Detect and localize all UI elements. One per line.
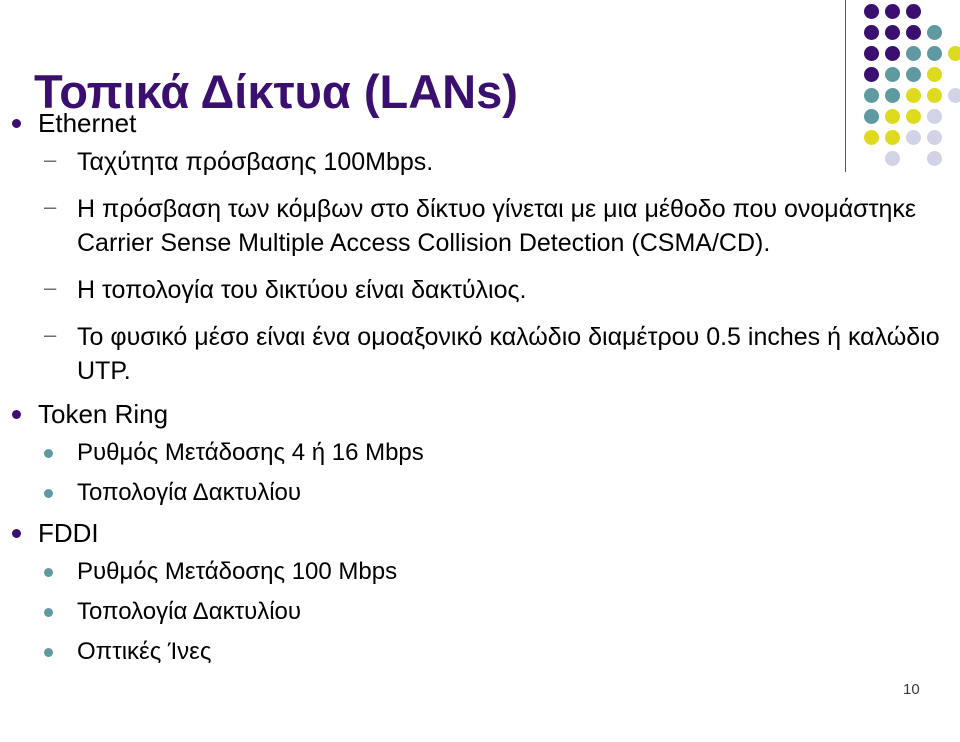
- decorative-dot: [885, 130, 900, 145]
- bullet-text: Ethernet: [38, 108, 137, 138]
- decorative-dot: [885, 46, 900, 61]
- bullet-item: – Η τοπολογία του δικτύου είναι δακτύλιος…: [0, 273, 960, 307]
- decorative-dot: [864, 67, 879, 82]
- teal-disc-bullet-icon: [44, 489, 53, 498]
- bullet-text: Το φυσικό μέσο είναι ένα ομοαξονικό καλώ…: [77, 323, 940, 385]
- bullet-item: Ρυθμός Μετάδοσης 100 Mbps: [0, 555, 960, 588]
- teal-disc-bullet-icon: [44, 449, 53, 458]
- bullet-text: Η πρόσβαση των κόμβων στο δίκτυο γίνεται…: [77, 195, 917, 257]
- dash-bullet-icon: –: [44, 194, 57, 219]
- decorative-dot: [906, 4, 921, 19]
- dash-bullet-icon: –: [44, 147, 57, 172]
- decorative-dot-grid: [864, 4, 960, 166]
- bullet-text: Ταχύτητα πρόσβασης 100Mbps.: [77, 148, 434, 176]
- bullet-text: Τοπολογία Δακτυλίου: [77, 479, 301, 506]
- decorative-dot: [948, 46, 960, 61]
- decorative-dot: [927, 46, 942, 61]
- decorative-dot: [906, 67, 921, 82]
- dash-bullet-icon: –: [44, 275, 57, 300]
- decorative-dot: [885, 151, 900, 166]
- decorative-dot: [885, 109, 900, 124]
- bullet-text: Τοπολογία Δακτυλίου: [77, 598, 301, 625]
- bullet-text: Token Ring: [38, 399, 169, 429]
- bullet-item: Ρυθμός Μετάδοσης 4 ή 16 Mbps: [0, 436, 960, 469]
- decorative-dot: [906, 88, 921, 103]
- decorative-dot: [927, 67, 942, 82]
- purple-disc-bullet-icon: [12, 529, 21, 538]
- purple-disc-bullet-icon: [12, 119, 21, 128]
- decorative-dot: [927, 88, 942, 103]
- teal-disc-bullet-icon: [44, 648, 53, 657]
- decorative-dot: [864, 130, 879, 145]
- teal-disc-bullet-icon: [44, 608, 53, 617]
- bullet-item: Τοπολογία Δακτυλίου: [0, 476, 960, 509]
- decorative-dot: [927, 151, 942, 166]
- decorative-dot: [927, 109, 942, 124]
- decorative-dot: [948, 88, 960, 103]
- decorative-dot: [885, 25, 900, 40]
- bullet-item: Οπτικές Ίνες: [0, 635, 960, 668]
- decorative-dot: [906, 130, 921, 145]
- decorative-dot: [906, 46, 921, 61]
- decorative-dot: [927, 25, 942, 40]
- decorative-dot: [864, 88, 879, 103]
- bullet-text: Ρυθμός Μετάδοσης 100 Mbps: [77, 558, 398, 585]
- decorative-dot: [864, 46, 879, 61]
- bullet-text: FDDI: [38, 518, 99, 548]
- purple-disc-bullet-icon: [12, 410, 21, 419]
- bullet-text: Οπτικές Ίνες: [77, 638, 212, 665]
- bullet-item: Τοπολογία Δακτυλίου: [0, 595, 960, 628]
- dash-bullet-icon: –: [44, 322, 57, 347]
- bullet-item: – Ταχύτητα πρόσβασης 100Mbps.: [0, 145, 960, 179]
- decorative-dot: [906, 25, 921, 40]
- teal-disc-bullet-icon: [44, 568, 53, 577]
- bullet-text: Η τοπολογία του δικτύου είναι δακτύλιος.: [77, 276, 527, 304]
- bullet-text: Ρυθμός Μετάδοσης 4 ή 16 Mbps: [77, 439, 424, 466]
- bullet-item: Token Ring: [0, 397, 960, 431]
- decorative-dot: [864, 4, 879, 19]
- presentation-slide: Τοπικά Δίκτυα (LANs) Ethernet – Ταχύτητα π…: [0, 0, 960, 742]
- bullet-item: – Το φυσικό μέσο είναι ένα ομοαξονικό καλ…: [0, 320, 960, 388]
- vertical-divider: [845, 0, 846, 172]
- decorative-dot: [885, 4, 900, 19]
- bullet-item: FDDI: [0, 516, 960, 550]
- decorative-dot: [864, 109, 879, 124]
- decorative-dot: [885, 88, 900, 103]
- bullet-item: Ethernet: [0, 106, 960, 140]
- decorative-dot: [885, 67, 900, 82]
- decorative-dot: [927, 130, 942, 145]
- slide-body: Ethernet – Ταχύτητα πρόσβασης 100Mbps. – Η π…: [0, 106, 960, 672]
- page-number: 10: [903, 681, 920, 698]
- decorative-dot: [906, 109, 921, 124]
- decorative-dot: [864, 25, 879, 40]
- bullet-item: – Η πρόσβαση των κόμβων στο δίκτυο γίνετα…: [0, 192, 960, 260]
